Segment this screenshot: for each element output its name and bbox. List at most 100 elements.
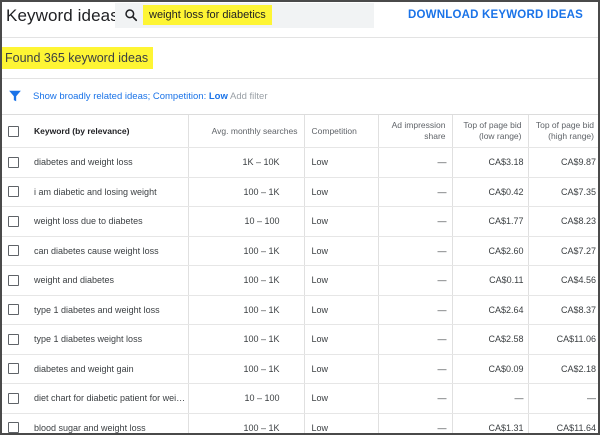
column-header-impression-share[interactable]: Ad impression share <box>377 114 452 148</box>
row-checkbox[interactable] <box>8 363 19 375</box>
competition-cell: Low <box>303 177 378 207</box>
row-checkbox[interactable] <box>8 274 19 286</box>
competition-cell: Low <box>303 147 378 178</box>
row-select-cell <box>2 354 26 384</box>
keyword-table: Keyword (by relevance) Avg. monthly sear… <box>2 114 598 433</box>
row-checkbox[interactable] <box>8 422 19 433</box>
high-bid-cell: — <box>527 383 598 414</box>
volume-cell: 100 – 1K <box>187 413 304 433</box>
search-query[interactable]: weight loss for diabetics <box>143 5 272 25</box>
table-row[interactable]: can diabetes cause weight loss 100 – 1K Lo… <box>2 236 598 266</box>
select-all-cell <box>2 114 26 148</box>
low-bid-cell: CA$2.64 <box>451 295 528 325</box>
impression-share-cell: — <box>377 147 452 178</box>
impression-share-cell: — <box>377 383 452 414</box>
competition-cell: Low <box>303 383 378 414</box>
row-checkbox[interactable] <box>8 333 19 345</box>
table-header-row: Keyword (by relevance) Avg. monthly sear… <box>2 114 598 148</box>
filter-value: Low <box>208 91 228 102</box>
add-filter-button[interactable]: Add filter <box>230 91 268 102</box>
high-bid-cell: CA$7.27 <box>527 236 598 266</box>
search-input[interactable]: weight loss for diabetics <box>115 3 374 28</box>
divider <box>2 78 598 79</box>
row-select-cell <box>2 177 26 207</box>
filter-prefix: Show broadly related ideas; Competition: <box>33 91 209 102</box>
low-bid-cell: CA$0.11 <box>451 265 528 296</box>
high-bid-cell: CA$9.87 <box>527 147 598 178</box>
low-bid-cell: CA$1.31 <box>451 413 528 433</box>
keyword-cell: weight and diabetes <box>26 265 188 296</box>
keyword-table-body: diabetes and weight loss 1K – 10K Low — CA$3… <box>2 147 598 433</box>
high-bid-cell: CA$11.64 <box>527 413 598 433</box>
keyword-cell: diabetes and weight gain <box>26 354 188 384</box>
table-row[interactable]: blood sugar and weight loss 100 – 1K Low — C… <box>2 413 598 433</box>
high-bid-cell: CA$11.06 <box>527 324 598 355</box>
column-header-keyword[interactable]: Keyword (by relevance) <box>26 114 188 148</box>
filter-bar: Show broadly related ideas; Competition:… <box>2 86 598 108</box>
volume-cell: 1K – 10K <box>187 147 304 178</box>
table-row[interactable]: weight and diabetes 100 – 1K Low — CA$0.11 CA… <box>2 265 598 296</box>
keyword-planner-window: Keyword ideas weight loss for diabetics … <box>0 0 600 435</box>
keyword-cell: i am diabetic and losing weight <box>26 177 188 207</box>
volume-cell: 100 – 1K <box>187 354 304 384</box>
download-keyword-ideas-button[interactable]: DOWNLOAD KEYWORD IDEAS <box>408 9 583 21</box>
keyword-cell: weight loss due to diabetes <box>26 206 188 237</box>
filter-icon[interactable] <box>8 89 22 103</box>
impression-share-cell: — <box>377 413 452 433</box>
column-header-volume[interactable]: Avg. monthly searches <box>187 114 304 148</box>
row-checkbox[interactable] <box>8 392 19 404</box>
row-select-cell <box>2 383 26 414</box>
keyword-cell: can diabetes cause weight loss <box>26 236 188 266</box>
volume-cell: 100 – 1K <box>187 324 304 355</box>
volume-cell: 10 – 100 <box>187 383 304 414</box>
low-bid-cell: CA$0.42 <box>451 177 528 207</box>
table-row[interactable]: diabetes and weight loss 1K – 10K Low — CA$3… <box>2 147 598 178</box>
row-checkbox[interactable] <box>8 304 19 316</box>
row-checkbox[interactable] <box>8 156 19 168</box>
row-checkbox[interactable] <box>8 245 19 257</box>
row-select-cell <box>2 147 26 178</box>
competition-cell: Low <box>303 324 378 355</box>
row-select-cell <box>2 265 26 296</box>
row-checkbox[interactable] <box>8 215 19 227</box>
row-checkbox[interactable] <box>8 186 19 198</box>
volume-cell: 100 – 1K <box>187 265 304 296</box>
row-select-cell <box>2 236 26 266</box>
low-bid-cell: — <box>451 383 528 414</box>
page-title: Keyword ideas <box>6 6 119 25</box>
impression-share-cell: — <box>377 354 452 384</box>
column-header-competition[interactable]: Competition <box>303 114 378 148</box>
volume-cell: 100 – 1K <box>187 177 304 207</box>
select-all-checkbox[interactable] <box>8 125 19 137</box>
high-bid-cell: CA$7.35 <box>527 177 598 207</box>
divider <box>2 37 598 38</box>
keyword-cell: diabetes and weight loss <box>26 147 188 178</box>
impression-share-cell: — <box>377 324 452 355</box>
table-row[interactable]: i am diabetic and losing weight 100 – 1K L… <box>2 177 598 207</box>
high-bid-cell: CA$8.23 <box>527 206 598 237</box>
high-bid-cell: CA$2.18 <box>527 354 598 384</box>
header-bar: Keyword ideas weight loss for diabetics … <box>2 2 598 35</box>
table-row[interactable]: diabetes and weight gain 100 – 1K Low — CA$0… <box>2 354 598 384</box>
active-filter[interactable]: Show broadly related ideas; Competition:… <box>33 91 228 102</box>
table-row[interactable]: type 1 diabetes and weight loss 100 – 1K L… <box>2 295 598 325</box>
row-select-cell <box>2 295 26 325</box>
table-row[interactable]: weight loss due to diabetes 10 – 100 Low — C… <box>2 206 598 237</box>
column-header-low-bid[interactable]: Top of page bid (low range) <box>451 114 528 148</box>
row-select-cell <box>2 206 26 237</box>
impression-share-cell: — <box>377 206 452 237</box>
competition-cell: Low <box>303 206 378 237</box>
impression-share-cell: — <box>377 177 452 207</box>
volume-cell: 100 – 1K <box>187 295 304 325</box>
keyword-cell: blood sugar and weight loss <box>26 413 188 433</box>
table-row[interactable]: diet chart for diabetic patient for wei…… <box>2 383 598 414</box>
row-select-cell <box>2 413 26 433</box>
high-bid-cell: CA$4.56 <box>527 265 598 296</box>
keyword-cell: diet chart for diabetic patient for wei… <box>26 383 188 414</box>
table-row[interactable]: type 1 diabetes weight loss 100 – 1K Low — C… <box>2 324 598 355</box>
low-bid-cell: CA$3.18 <box>451 147 528 178</box>
competition-cell: Low <box>303 236 378 266</box>
column-header-high-bid[interactable]: Top of page bid (high range) <box>527 114 598 148</box>
keyword-cell: type 1 diabetes weight loss <box>26 324 188 355</box>
competition-cell: Low <box>303 413 378 433</box>
